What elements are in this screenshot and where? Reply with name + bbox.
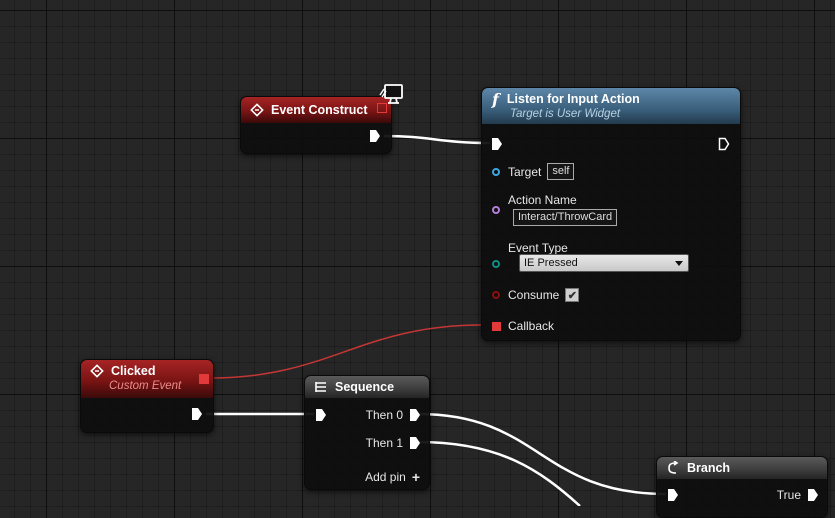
event-construct-title: Event Construct [271, 103, 368, 117]
plus-icon: + [411, 469, 420, 485]
true-pin-row[interactable]: True [777, 488, 819, 502]
target-pin-row[interactable]: Target self [492, 163, 575, 180]
then0-pin[interactable] [409, 408, 421, 422]
exec-input-pin[interactable] [315, 408, 327, 427]
listen-subtitle: Target is User Widget [510, 108, 621, 120]
target-value[interactable]: self [547, 163, 575, 180]
exec-output-pin[interactable] [718, 137, 730, 156]
sequence-title: Sequence [335, 380, 395, 394]
sequence-node[interactable]: Sequence Then 0 Then 1 Add pin + [304, 375, 430, 490]
then1-label: Then 1 [365, 436, 403, 450]
branch-title: Branch [687, 461, 731, 475]
target-pin[interactable] [492, 167, 500, 176]
callback-label: Callback [508, 319, 555, 333]
event-type-value: IE Pressed [524, 257, 578, 269]
event-construct-node[interactable]: Event Construct [240, 96, 392, 154]
then0-pin-row[interactable]: Then 0 [366, 408, 421, 422]
add-pin-label: Add pin [365, 470, 406, 484]
listen-for-input-action-node[interactable]: f Listen for Input Action Target is User… [481, 87, 741, 341]
monitor-icon [378, 83, 404, 112]
action-name-value[interactable]: Interact/ThrowCard [513, 209, 618, 226]
consume-label: Consume [508, 288, 560, 302]
consume-pin-row[interactable]: Consume ✔ [492, 288, 580, 302]
then1-pin[interactable] [409, 436, 421, 450]
event-diamond-icon [249, 103, 265, 117]
sequence-icon [313, 381, 329, 393]
then1-pin-row[interactable]: Then 1 [366, 436, 421, 450]
exec-input-pin[interactable] [491, 137, 503, 156]
action-name-pin-row[interactable]: Action Name Interact/ThrowCard [492, 193, 618, 226]
consume-pin[interactable] [492, 291, 500, 299]
chevron-down-icon [675, 261, 683, 266]
exec-output-pin[interactable] [191, 407, 203, 426]
delegate-wire-callback [209, 324, 483, 379]
action-name-label: Action Name [508, 193, 577, 207]
sequence-header[interactable]: Sequence [305, 376, 429, 398]
check-icon: ✔ [567, 289, 577, 302]
callback-pin-row[interactable]: Callback [492, 319, 554, 333]
event-type-dropdown[interactable]: IE Pressed [519, 254, 689, 272]
add-pin-button[interactable]: Add pin + [365, 470, 420, 484]
then0-label: Then 0 [365, 408, 403, 422]
event-diamond-icon [89, 364, 105, 378]
exec-output-pin[interactable] [369, 129, 381, 148]
branch-icon [665, 461, 681, 475]
exec-wire-construct [383, 134, 491, 145]
event-type-label: Event Type [508, 241, 568, 255]
consume-checkbox[interactable]: ✔ [565, 288, 580, 302]
event-type-pin[interactable] [492, 260, 500, 268]
event-construct-header[interactable]: Event Construct [241, 97, 391, 123]
target-label: Target [508, 164, 542, 179]
clicked-header[interactable]: Clicked Custom Event [81, 360, 213, 398]
branch-header[interactable]: Branch [657, 457, 827, 479]
action-name-pin[interactable] [492, 206, 500, 214]
clicked-event-node[interactable]: Clicked Custom Event [80, 359, 214, 433]
delegate-output-pin[interactable] [199, 374, 209, 384]
true-label: True [776, 488, 801, 502]
clicked-title: Clicked [111, 364, 156, 378]
exec-wire-then1 [417, 440, 581, 506]
listen-title: Listen for Input Action [506, 92, 640, 106]
listen-header[interactable]: f Listen for Input Action Target is User… [482, 88, 740, 124]
function-icon: f [492, 90, 499, 109]
true-pin[interactable] [807, 488, 819, 502]
exec-input-pin[interactable] [667, 488, 679, 507]
clicked-subtitle: Custom Event [109, 380, 182, 392]
exec-wire-then0 [417, 412, 667, 496]
branch-node[interactable]: Branch True [656, 456, 828, 518]
callback-pin[interactable] [492, 321, 501, 331]
